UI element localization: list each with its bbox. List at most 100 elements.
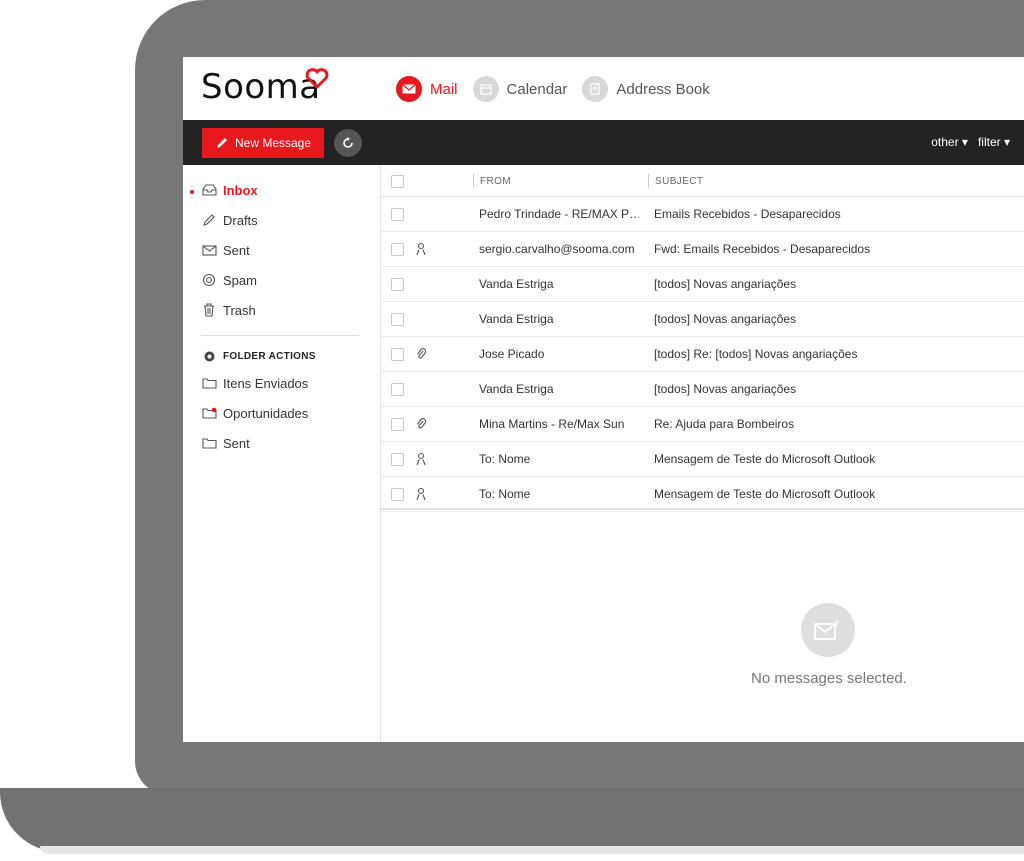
row-checkbox[interactable] <box>391 488 404 501</box>
column-divider <box>648 174 649 188</box>
message-row[interactable]: Mina Martins - Re/Max Sun Re: Ajuda para… <box>381 407 1024 442</box>
no-messages-text: No messages selected. <box>751 670 907 687</box>
sidebar-item-oportunidades[interactable]: Oportunidades <box>201 403 308 423</box>
new-message-label: New Message <box>234 136 312 150</box>
message-subject: [todos] Novas angariações <box>654 312 797 326</box>
app-tab-label: Calendar <box>506 80 568 98</box>
preview-empty-state: ? No messages selected. <box>381 560 1024 742</box>
message-from: sergio.carvalho@sooma.com <box>479 242 635 256</box>
gear-icon <box>201 348 217 364</box>
sidebar-item-drafts[interactable]: Drafts <box>201 210 258 230</box>
inbox-icon <box>201 182 217 198</box>
message-subject: Fwd: Emails Recebidos - Desaparecidos <box>654 242 871 256</box>
mail-icon <box>396 76 422 102</box>
sidebar-item-label: Drafts <box>223 212 258 228</box>
sidebar-item-label: Inbox <box>223 182 258 198</box>
message-subject: Mensagem de Teste do Microsoft Outlook <box>654 487 876 501</box>
row-checkbox[interactable] <box>391 278 404 291</box>
sidebar-item-itens-enviados[interactable]: Itens Enviados <box>201 373 308 393</box>
message-row[interactable]: Jose Picado [todos] Re: [todos] Novas an… <box>381 337 1024 372</box>
message-row[interactable]: To: Nome Mensagem de Teste do Microsoft … <box>381 477 1024 512</box>
folder-actions-button[interactable]: FOLDER ACTIONS <box>201 346 316 366</box>
logo-heart-icon <box>305 68 329 89</box>
trash-icon <box>201 302 217 318</box>
sidebar-divider <box>201 335 359 336</box>
app-tab-address-book[interactable]: Address Book <box>582 76 710 102</box>
message-from: Pedro Trindade - RE/MAX P… <box>479 207 639 221</box>
message-row[interactable]: Pedro Trindade - RE/MAX P… Emails Recebi… <box>381 197 1024 232</box>
sidebar-item-label: Sent <box>223 435 250 451</box>
refresh-icon <box>343 137 353 148</box>
message-row[interactable]: Vanda Estriga [todos] Novas angariações <box>381 302 1024 337</box>
message-from: Jose Picado <box>479 347 545 361</box>
sidebar-item-sent[interactable]: Sent <box>201 240 250 260</box>
attachment-icon <box>417 418 427 429</box>
person-icon <box>416 452 426 466</box>
sidebar-item-inbox[interactable]: Inbox <box>201 180 258 200</box>
folder-icon <box>201 435 217 451</box>
column-from[interactable]: FROM <box>480 176 511 187</box>
message-from: To: Nome <box>479 487 531 501</box>
row-checkbox[interactable] <box>391 208 404 221</box>
calendar-icon <box>472 76 499 102</box>
folder-icon <box>201 375 217 391</box>
app-switcher: Mail Calendar Address Book <box>396 76 725 102</box>
row-checkbox[interactable] <box>391 243 404 256</box>
sidebar-item-spam[interactable]: Spam <box>201 270 257 290</box>
sidebar-item-label: Sent <box>223 242 250 258</box>
person-icon <box>416 487 426 501</box>
row-checkbox[interactable] <box>391 313 404 326</box>
message-row[interactable]: Vanda Estriga [todos] Novas angariações <box>381 372 1024 407</box>
sent-icon <box>201 242 217 258</box>
app-tab-label: Mail <box>430 80 458 98</box>
folder-flag-icon <box>201 405 217 421</box>
message-from: Vanda Estriga <box>479 312 554 326</box>
toolbar-menus: other ▾ filter ▾ <box>921 135 1010 149</box>
laptop-base <box>0 788 1024 852</box>
app-tab-calendar[interactable]: Calendar <box>472 76 568 102</box>
address-book-icon <box>582 76 609 102</box>
message-row[interactable]: sergio.carvalho@sooma.com Fwd: Emails Re… <box>381 232 1024 267</box>
list-divider <box>381 508 1024 510</box>
app-tab-label: Address Book <box>616 80 710 98</box>
pencil-icon <box>201 212 217 228</box>
message-subject: [todos] Novas angariações <box>654 382 797 396</box>
other-menu[interactable]: other ▾ <box>931 135 968 149</box>
message-row[interactable]: Vanda Estriga [todos] Novas angariações <box>381 267 1024 302</box>
sidebar-item-label: Oportunidades <box>223 405 309 421</box>
message-from: Vanda Estriga <box>479 277 554 291</box>
sidebar-item-label: Itens Enviados <box>223 375 309 391</box>
sidebar-item-trash[interactable]: Trash <box>201 300 256 320</box>
row-checkbox[interactable] <box>391 418 404 431</box>
app-logo: Sooma <box>201 67 321 107</box>
message-subject: Mensagem de Teste do Microsoft Outlook <box>654 452 876 466</box>
column-subject[interactable]: SUBJECT <box>655 176 703 187</box>
sidebar-item-sent-folder[interactable]: Sent <box>201 433 250 453</box>
message-subject: Emails Recebidos - Desaparecidos <box>654 207 841 221</box>
folder-actions-label: FOLDER ACTIONS <box>223 350 316 362</box>
select-all-checkbox[interactable] <box>391 175 404 188</box>
row-checkbox[interactable] <box>391 348 404 361</box>
new-message-button[interactable]: New Message <box>202 128 324 158</box>
message-subject: Re: Ajuda para Bombeiros <box>654 417 795 431</box>
attachment-icon <box>417 348 427 359</box>
message-subject: [todos] Novas angariações <box>654 277 797 291</box>
refresh-button[interactable] <box>334 129 362 157</box>
message-from: Vanda Estriga <box>479 382 554 396</box>
toolbar: New Message other ▾ filter ▾ <box>183 120 1024 165</box>
active-indicator <box>190 190 194 194</box>
filter-menu[interactable]: filter ▾ <box>978 135 1010 149</box>
app-header: Sooma Mail Calendar Address Book <box>183 57 1024 120</box>
pencil-icon <box>216 138 227 148</box>
column-divider <box>473 174 474 188</box>
message-subject: [todos] Re: [todos] Novas angariações <box>654 347 858 361</box>
svg-text:?: ? <box>834 620 839 631</box>
sidebar-item-label: Spam <box>223 272 257 288</box>
app-tab-mail[interactable]: Mail <box>396 76 458 102</box>
message-from: Mina Martins - Re/Max Sun <box>479 417 625 431</box>
message-row[interactable]: To: Nome Mensagem de Teste do Microsoft … <box>381 442 1024 477</box>
row-checkbox[interactable] <box>391 383 404 396</box>
list-header: FROM SUBJECT <box>381 165 1024 197</box>
folder-sidebar: Inbox Drafts Sent Spam Trash FOLDER ACTI… <box>183 165 381 742</box>
row-checkbox[interactable] <box>391 453 404 466</box>
